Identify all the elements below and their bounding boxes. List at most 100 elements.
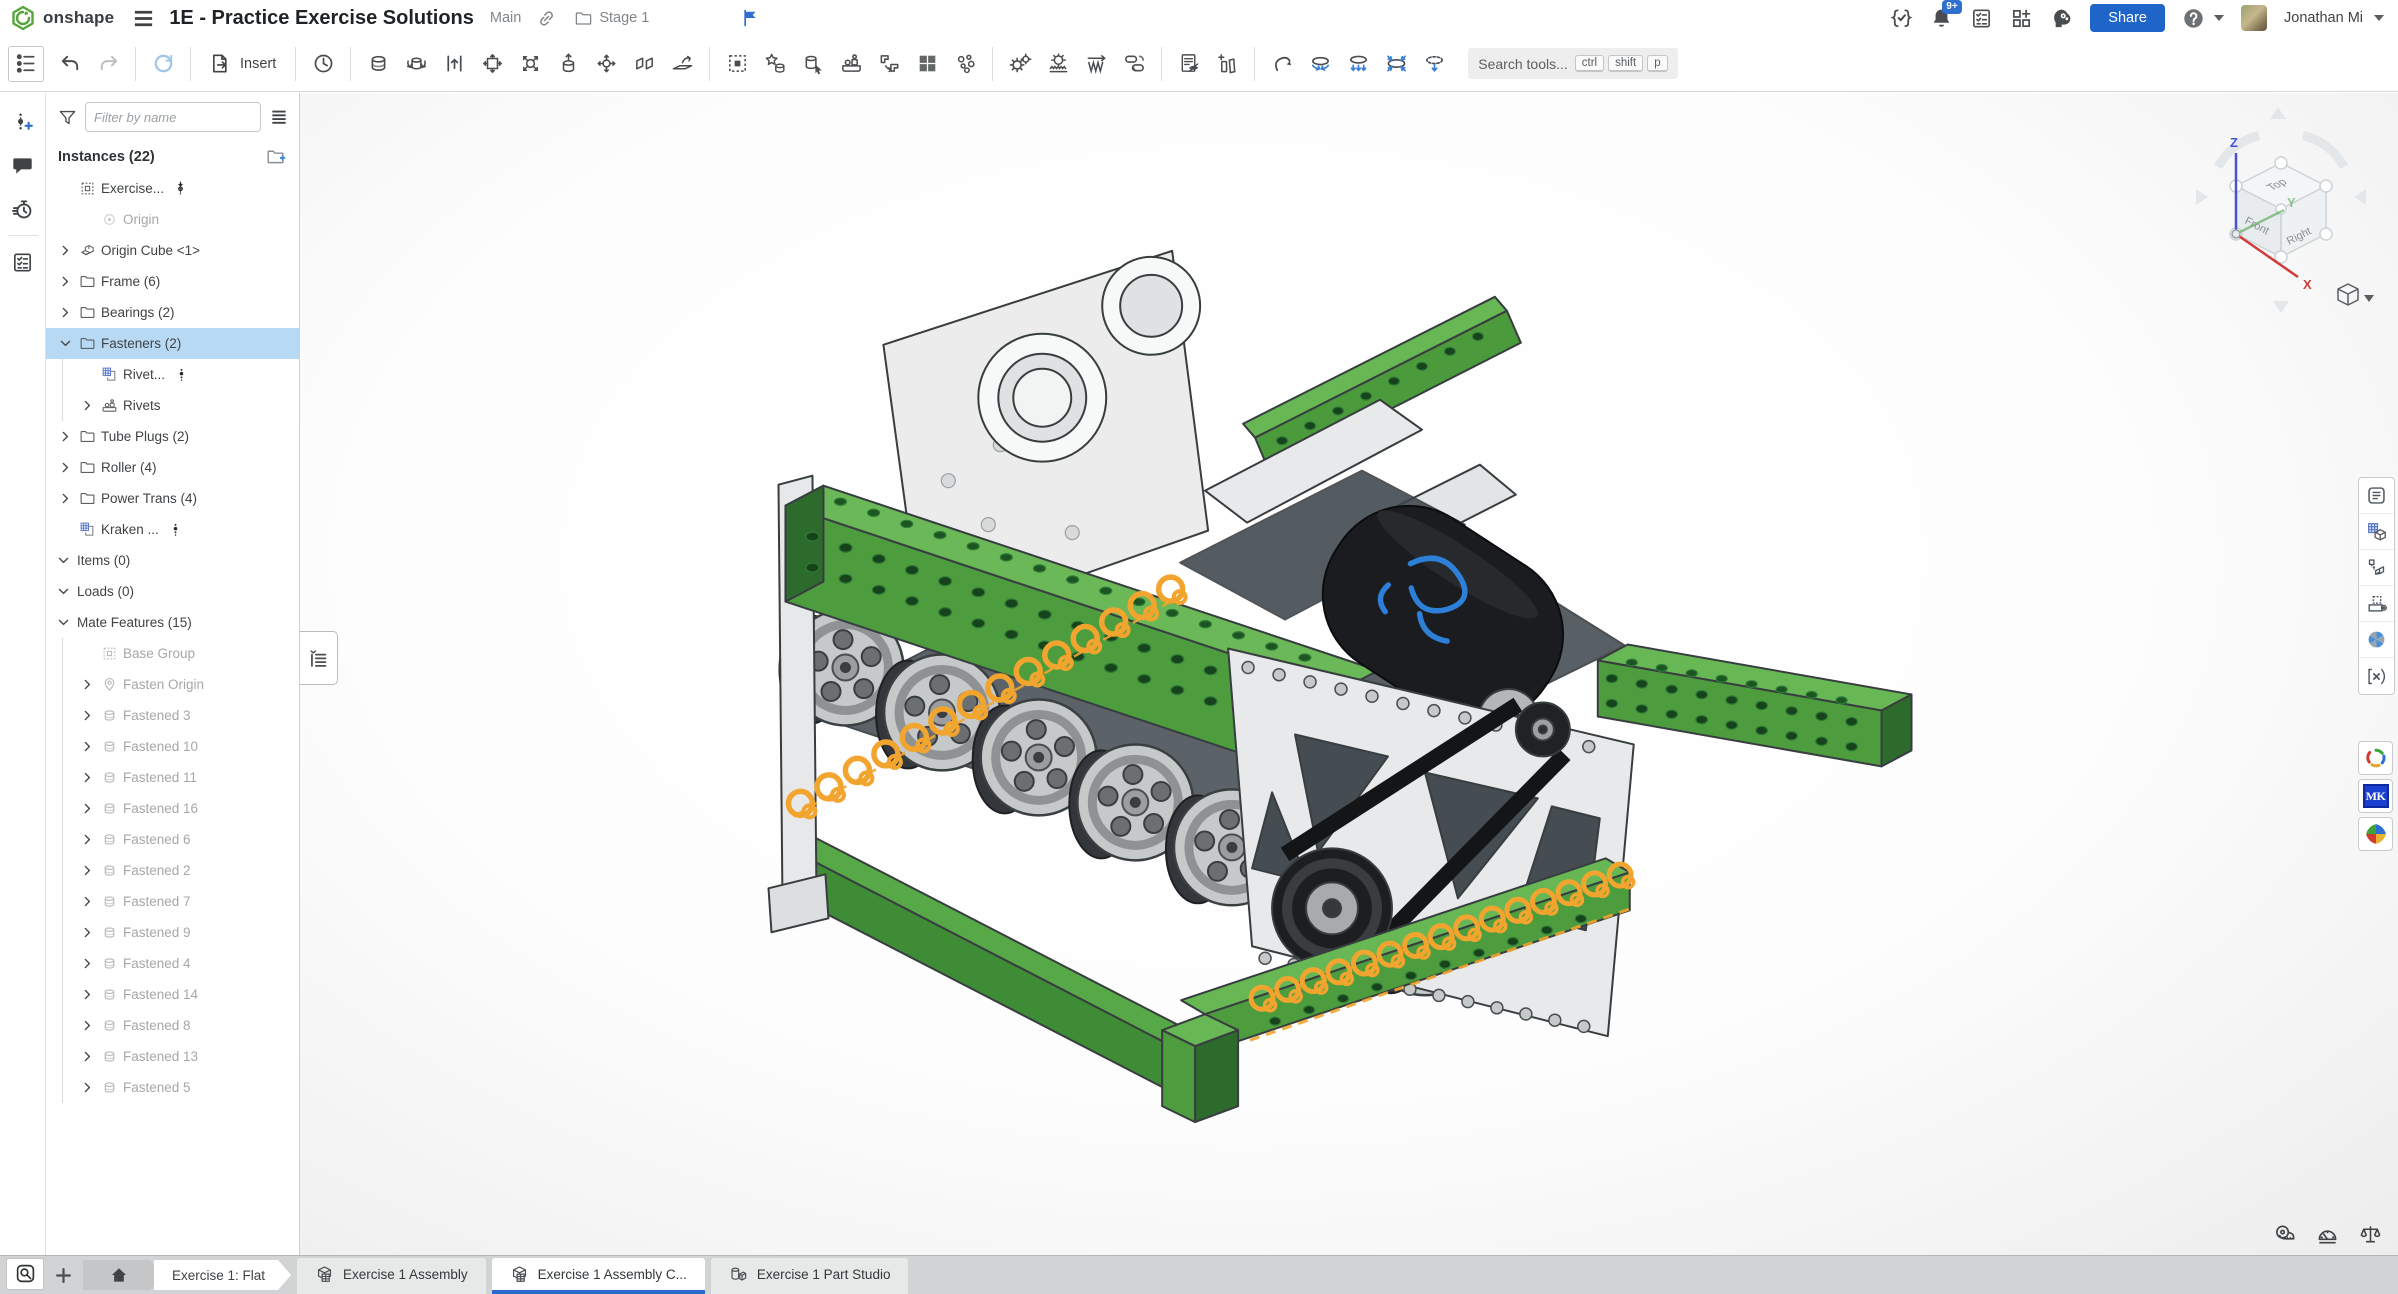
linear-pattern-icon[interactable]: [909, 46, 945, 82]
expand-arrow-icon[interactable]: [76, 802, 98, 815]
branch-label[interactable]: Main: [490, 10, 521, 26]
mate-pin-slot-icon[interactable]: [588, 46, 624, 82]
tree-item-fastened-4[interactable]: Fastened 4: [46, 948, 299, 979]
animate-collapse-icon[interactable]: [1378, 46, 1414, 82]
screw-relation-icon[interactable]: [1078, 46, 1114, 82]
expand-arrow-icon[interactable]: [54, 244, 76, 257]
tree-item-loads-0[interactable]: Loads (0): [46, 576, 299, 607]
expand-arrow-icon[interactable]: [54, 430, 76, 443]
tree-item-kraken[interactable]: Kraken ...: [46, 514, 299, 545]
group-icon[interactable]: [719, 46, 755, 82]
tree-item-mate-features-15[interactable]: Mate Features (15): [46, 607, 299, 638]
tree-item-fastened-10[interactable]: Fastened 10: [46, 731, 299, 762]
animate-drop-icon[interactable]: [1416, 46, 1452, 82]
expand-arrow-icon[interactable]: [54, 492, 76, 505]
bom-icon[interactable]: [2359, 514, 2394, 550]
tree-item-bearings-2[interactable]: Bearings (2): [46, 297, 299, 328]
colorwheel-app-icon[interactable]: [2358, 817, 2393, 851]
protractor-icon[interactable]: [2316, 1223, 2339, 1246]
expand-arrow-icon[interactable]: [76, 678, 98, 691]
mate-parallel-icon[interactable]: [626, 46, 662, 82]
tree-item-fastened-5[interactable]: Fastened 5: [46, 1072, 299, 1103]
expand-arrow-icon[interactable]: [76, 399, 98, 412]
viewport-3d[interactable]: Top Front Right Z X Y MK: [300, 93, 2398, 1255]
tab-search-button[interactable]: [6, 1258, 44, 1290]
animate-rotate-icon[interactable]: [1302, 46, 1338, 82]
named-items-add-icon[interactable]: [1209, 46, 1245, 82]
expand-arrow-icon[interactable]: [76, 833, 98, 846]
update-icon[interactable]: [145, 46, 181, 82]
view-cube[interactable]: Top Front Right Z X Y: [2186, 97, 2376, 324]
expand-arrow-icon[interactable]: [52, 616, 74, 629]
undo-icon[interactable]: [52, 46, 88, 82]
assembly-model[interactable]: [300, 93, 2398, 1255]
pinwheel-icon[interactable]: [2359, 622, 2394, 658]
tree-item-fastened-6[interactable]: Fastened 6: [46, 824, 299, 855]
tree-item-base-group[interactable]: Base Group: [46, 638, 299, 669]
expand-arrow-icon[interactable]: [76, 740, 98, 753]
link-icon[interactable]: [537, 9, 556, 28]
version-check-icon[interactable]: [1890, 7, 1913, 30]
workspace-label[interactable]: Stage 1: [599, 10, 649, 26]
tab-exercise-1-assembly-c[interactable]: Exercise 1 Assembly C...: [492, 1258, 705, 1294]
drawing-overlay-icon[interactable]: [1171, 46, 1207, 82]
mate-connector-add-icon[interactable]: [0, 99, 46, 143]
expand-arrow-icon[interactable]: [76, 864, 98, 877]
notifications-bell-icon[interactable]: 9+: [1930, 7, 1953, 30]
section-sheet-icon[interactable]: [2359, 586, 2394, 622]
help-caret-icon[interactable]: [2214, 15, 2224, 21]
learning-icon[interactable]: [2050, 7, 2073, 30]
workspace-folder-icon[interactable]: [574, 9, 593, 28]
tree-item-fastened-2[interactable]: Fastened 2: [46, 855, 299, 886]
expand-arrow-icon[interactable]: [52, 585, 74, 598]
avatar[interactable]: [2241, 5, 2267, 31]
share-button[interactable]: Share: [2090, 4, 2165, 32]
feature-list-icon[interactable]: [2359, 478, 2394, 514]
tree-item-fastened-14[interactable]: Fastened 14: [46, 979, 299, 1010]
home-tab[interactable]: [83, 1260, 163, 1290]
tree-item-power-trans-4[interactable]: Power Trans (4): [46, 483, 299, 514]
tree-item-items-0[interactable]: Items (0): [46, 545, 299, 576]
tree-item-origin[interactable]: Origin: [46, 204, 299, 235]
mate-tangent-icon[interactable]: [664, 46, 700, 82]
expand-arrow-icon[interactable]: [76, 1019, 98, 1032]
tree-item-origin-cube-1[interactable]: Origin Cube <1>: [46, 235, 299, 266]
tape-measure-icon[interactable]: [2273, 1223, 2296, 1246]
tree-item-rivet[interactable]: Rivet...: [46, 359, 299, 390]
expand-arrow-icon[interactable]: [76, 771, 98, 784]
tree-item-exercise[interactable]: Exercise...: [46, 173, 299, 204]
add-folder-icon[interactable]: [266, 146, 287, 167]
expand-arrow-icon[interactable]: [54, 337, 76, 350]
expand-arrow-icon[interactable]: [76, 709, 98, 722]
tree-item-fasteners-2[interactable]: Fasteners (2): [46, 328, 299, 359]
linked-parts-icon[interactable]: [2359, 550, 2394, 586]
expand-arrow-icon[interactable]: [76, 1081, 98, 1094]
mate-revolute-icon[interactable]: [398, 46, 434, 82]
scale-icon[interactable]: [2359, 1223, 2382, 1246]
insert-button[interactable]: Insert: [200, 46, 286, 82]
expand-arrow-icon[interactable]: [76, 957, 98, 970]
replicate-icon[interactable]: [833, 46, 869, 82]
user-menu-caret-icon[interactable]: [2374, 15, 2384, 21]
view-cube-faces[interactable]: [2230, 157, 2332, 263]
mate-cylindrical-icon[interactable]: [550, 46, 586, 82]
assembly-structure-icon[interactable]: [8, 46, 44, 82]
main-menu-icon[interactable]: [132, 7, 155, 30]
mate-list-panel-handle[interactable]: [300, 631, 338, 685]
search-tools-box[interactable]: Search tools... ctrlshiftp: [1468, 48, 1677, 79]
expand-arrow-icon[interactable]: [54, 461, 76, 474]
tree-item-tube-plugs-2[interactable]: Tube Plugs (2): [46, 421, 299, 452]
explode-line-icon[interactable]: [1264, 46, 1300, 82]
mate-slider-icon[interactable]: [436, 46, 472, 82]
expand-arrow-icon[interactable]: [76, 1050, 98, 1063]
expand-arrow-icon[interactable]: [54, 306, 76, 319]
expand-arrow-icon[interactable]: [52, 554, 74, 567]
tree-item-fastened-3[interactable]: Fastened 3: [46, 700, 299, 731]
tree-item-fasten-origin[interactable]: Fasten Origin: [46, 669, 299, 700]
expand-arrow-icon[interactable]: [76, 988, 98, 1001]
history-clock-icon[interactable]: [305, 46, 341, 82]
expand-arrow-icon[interactable]: [76, 895, 98, 908]
circular-pattern-icon[interactable]: [947, 46, 983, 82]
mk-app-icon[interactable]: MK: [2358, 779, 2393, 813]
stopwatch-icon[interactable]: [0, 187, 46, 231]
